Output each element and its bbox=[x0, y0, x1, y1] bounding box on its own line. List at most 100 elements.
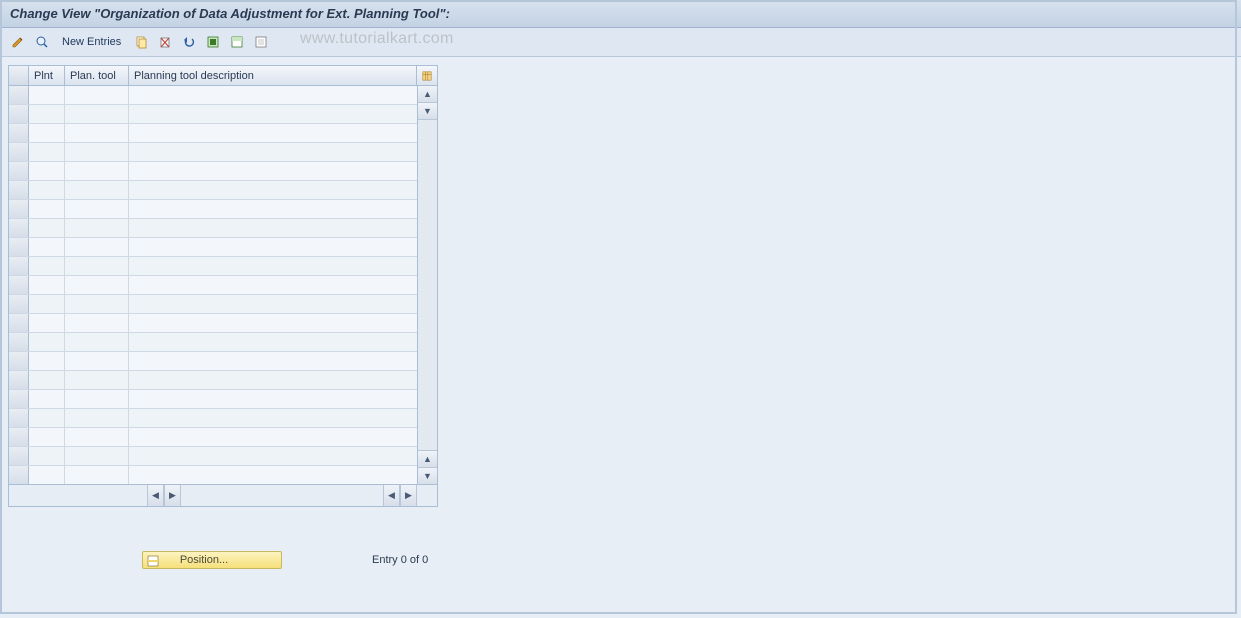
select-all-icon[interactable] bbox=[203, 32, 223, 52]
cell-description[interactable] bbox=[129, 257, 417, 275]
row-selector[interactable] bbox=[9, 105, 29, 123]
table-row[interactable] bbox=[9, 409, 417, 428]
scroll-right-icon[interactable]: ▶ bbox=[400, 485, 417, 506]
cell-plan-tool[interactable] bbox=[65, 295, 129, 313]
row-selector[interactable] bbox=[9, 124, 29, 142]
scroll-down-icon[interactable]: ▼ bbox=[418, 467, 437, 484]
cell-plan-tool[interactable] bbox=[65, 466, 129, 484]
table-row[interactable] bbox=[9, 390, 417, 409]
table-row[interactable] bbox=[9, 86, 417, 105]
cell-description[interactable] bbox=[129, 219, 417, 237]
delete-icon[interactable] bbox=[155, 32, 175, 52]
cell-plnt[interactable] bbox=[29, 105, 65, 123]
row-selector[interactable] bbox=[9, 295, 29, 313]
cell-description[interactable] bbox=[129, 352, 417, 370]
deselect-all-icon[interactable] bbox=[251, 32, 271, 52]
cell-plnt[interactable] bbox=[29, 181, 65, 199]
cell-description[interactable] bbox=[129, 124, 417, 142]
row-selector[interactable] bbox=[9, 238, 29, 256]
cell-description[interactable] bbox=[129, 181, 417, 199]
cell-description[interactable] bbox=[129, 409, 417, 427]
row-selector[interactable] bbox=[9, 314, 29, 332]
copy-icon[interactable] bbox=[131, 32, 151, 52]
cell-description[interactable] bbox=[129, 447, 417, 465]
scroll-up-step-icon[interactable]: ▼ bbox=[418, 103, 437, 120]
table-row[interactable] bbox=[9, 314, 417, 333]
position-button[interactable]: Position... bbox=[142, 551, 282, 569]
cell-plnt[interactable] bbox=[29, 390, 65, 408]
toggle-change-icon[interactable] bbox=[8, 32, 28, 52]
cell-plnt[interactable] bbox=[29, 295, 65, 313]
cell-description[interactable] bbox=[129, 314, 417, 332]
table-row[interactable] bbox=[9, 181, 417, 200]
row-selector[interactable] bbox=[9, 86, 29, 104]
cell-plan-tool[interactable] bbox=[65, 238, 129, 256]
column-header-description[interactable]: Planning tool description bbox=[129, 66, 417, 85]
row-selector[interactable] bbox=[9, 276, 29, 294]
row-selector[interactable] bbox=[9, 333, 29, 351]
cell-description[interactable] bbox=[129, 333, 417, 351]
row-selector[interactable] bbox=[9, 447, 29, 465]
cell-plan-tool[interactable] bbox=[65, 181, 129, 199]
cell-description[interactable] bbox=[129, 371, 417, 389]
column-header-plnt[interactable]: Plnt bbox=[29, 66, 65, 85]
row-selector[interactable] bbox=[9, 219, 29, 237]
cell-plan-tool[interactable] bbox=[65, 86, 129, 104]
cell-plnt[interactable] bbox=[29, 200, 65, 218]
row-selector[interactable] bbox=[9, 200, 29, 218]
scroll-right-step-icon[interactable]: ◀ bbox=[383, 485, 400, 506]
cell-plan-tool[interactable] bbox=[65, 219, 129, 237]
scroll-down-step-icon[interactable]: ▲ bbox=[418, 450, 437, 467]
scroll-left-step-icon[interactable]: ▶ bbox=[164, 485, 181, 506]
row-selector[interactable] bbox=[9, 352, 29, 370]
row-selector[interactable] bbox=[9, 428, 29, 446]
cell-description[interactable] bbox=[129, 295, 417, 313]
cell-plnt[interactable] bbox=[29, 352, 65, 370]
column-header-plan-tool[interactable]: Plan. tool bbox=[65, 66, 129, 85]
table-row[interactable] bbox=[9, 162, 417, 181]
table-row[interactable] bbox=[9, 219, 417, 238]
table-row[interactable] bbox=[9, 124, 417, 143]
cell-plan-tool[interactable] bbox=[65, 162, 129, 180]
cell-plnt[interactable] bbox=[29, 143, 65, 161]
cell-plnt[interactable] bbox=[29, 257, 65, 275]
cell-plan-tool[interactable] bbox=[65, 390, 129, 408]
cell-plnt[interactable] bbox=[29, 86, 65, 104]
cell-plan-tool[interactable] bbox=[65, 371, 129, 389]
table-row[interactable] bbox=[9, 143, 417, 162]
row-selector[interactable] bbox=[9, 181, 29, 199]
undo-icon[interactable] bbox=[179, 32, 199, 52]
cell-plnt[interactable] bbox=[29, 238, 65, 256]
cell-plan-tool[interactable] bbox=[65, 124, 129, 142]
cell-description[interactable] bbox=[129, 200, 417, 218]
table-settings-icon[interactable] bbox=[417, 66, 437, 85]
table-row[interactable] bbox=[9, 276, 417, 295]
scroll-left-icon[interactable]: ◀ bbox=[147, 485, 164, 506]
row-selector[interactable] bbox=[9, 466, 29, 484]
cell-plan-tool[interactable] bbox=[65, 352, 129, 370]
cell-description[interactable] bbox=[129, 86, 417, 104]
cell-plan-tool[interactable] bbox=[65, 428, 129, 446]
vertical-scrollbar[interactable]: ▲ ▼ ▲ ▼ bbox=[417, 86, 437, 484]
cell-plan-tool[interactable] bbox=[65, 314, 129, 332]
select-block-icon[interactable] bbox=[227, 32, 247, 52]
cell-plnt[interactable] bbox=[29, 428, 65, 446]
row-selector[interactable] bbox=[9, 390, 29, 408]
table-row[interactable] bbox=[9, 466, 417, 484]
cell-plnt[interactable] bbox=[29, 371, 65, 389]
table-row[interactable] bbox=[9, 295, 417, 314]
row-selector[interactable] bbox=[9, 371, 29, 389]
cell-plnt[interactable] bbox=[29, 276, 65, 294]
cell-plan-tool[interactable] bbox=[65, 409, 129, 427]
cell-plan-tool[interactable] bbox=[65, 333, 129, 351]
cell-description[interactable] bbox=[129, 162, 417, 180]
details-icon[interactable] bbox=[32, 32, 52, 52]
cell-plnt[interactable] bbox=[29, 124, 65, 142]
cell-plan-tool[interactable] bbox=[65, 276, 129, 294]
cell-plan-tool[interactable] bbox=[65, 257, 129, 275]
cell-plnt[interactable] bbox=[29, 409, 65, 427]
cell-description[interactable] bbox=[129, 238, 417, 256]
cell-plan-tool[interactable] bbox=[65, 200, 129, 218]
header-select-all[interactable] bbox=[9, 66, 29, 85]
table-row[interactable] bbox=[9, 352, 417, 371]
